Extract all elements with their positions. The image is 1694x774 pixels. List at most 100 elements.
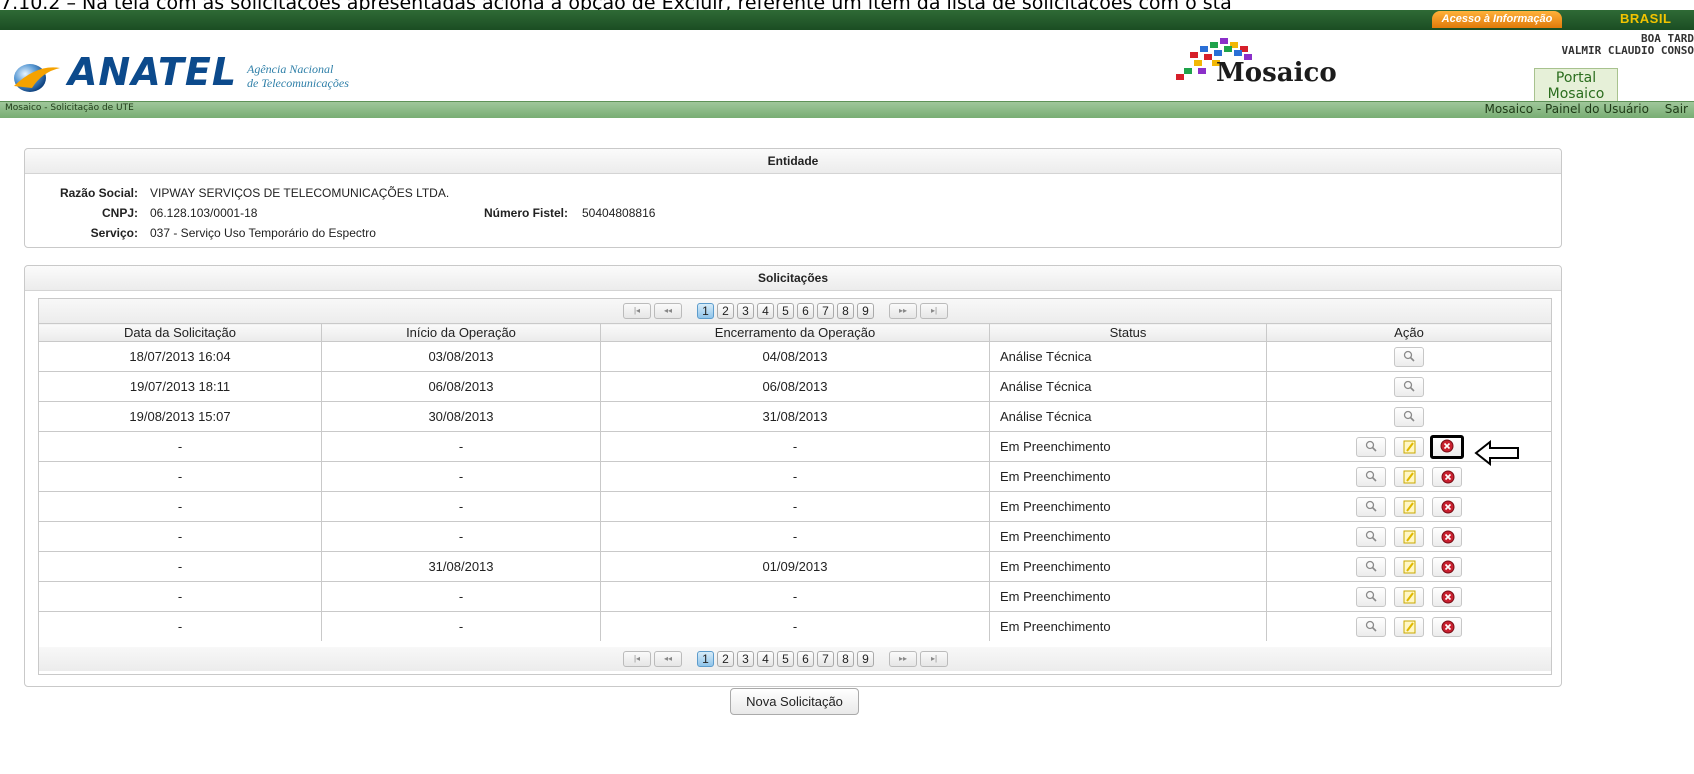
delete-button[interactable] <box>1430 434 1464 459</box>
page-button[interactable]: 7 <box>817 651 834 667</box>
pager-first-button[interactable]: |◂ <box>623 651 651 667</box>
pager-prev-button[interactable]: ◂◂ <box>654 651 682 667</box>
col-header-encerramento-operacao[interactable]: Encerramento da Operação <box>600 323 990 342</box>
col-header-status[interactable]: Status <box>989 323 1267 342</box>
entidade-title: Entidade <box>25 149 1561 174</box>
page-button[interactable]: 2 <box>717 651 734 667</box>
pencil-icon <box>1403 620 1416 633</box>
brasil-logo[interactable]: BRASIL <box>1620 11 1671 26</box>
view-button[interactable] <box>1356 466 1386 487</box>
page-button[interactable]: 9 <box>857 303 874 319</box>
cell-data-solicitacao: - <box>39 551 322 582</box>
cell-acao <box>1266 461 1551 492</box>
cell-status: Em Preenchimento <box>989 431 1267 462</box>
acesso-informacao-link[interactable]: Acesso à Informação <box>1432 11 1562 28</box>
solicitacoes-table: |◂ ◂◂ 1 2 3 4 5 6 7 8 9 ▸▸ ▸| Data da Solicitação In… <box>38 298 1552 675</box>
edit-button[interactable] <box>1394 556 1424 577</box>
pager-bottom: |◂ ◂◂ 1 2 3 4 5 6 7 8 9 ▸▸ ▸| <box>39 647 1551 671</box>
cell-inicio-operacao: 03/08/2013 <box>321 341 601 372</box>
anatel-subtitle: Agência Nacional de Telecomunicações <box>247 62 349 90</box>
view-button[interactable] <box>1394 346 1424 367</box>
cell-acao <box>1266 371 1551 402</box>
page-button[interactable]: 3 <box>737 651 754 667</box>
cell-status: Em Preenchimento <box>989 461 1267 492</box>
delete-button[interactable] <box>1432 586 1462 607</box>
col-header-data-solicitacao[interactable]: Data da Solicitação <box>39 323 322 342</box>
cell-acao <box>1266 551 1551 582</box>
pencil-icon <box>1403 530 1416 543</box>
page-button[interactable]: 8 <box>837 303 854 319</box>
page-button[interactable]: 2 <box>717 303 734 319</box>
view-button[interactable] <box>1356 556 1386 577</box>
cell-data-solicitacao: 19/07/2013 18:11 <box>39 371 322 402</box>
portal-mosaico-tab[interactable]: Portal Mosaico <box>1534 68 1618 102</box>
page-button[interactable]: 3 <box>737 303 754 319</box>
view-button[interactable] <box>1356 616 1386 637</box>
page-button[interactable]: 8 <box>837 651 854 667</box>
fistel-label: Número Fistel: <box>483 206 568 220</box>
cell-encerramento-operacao: - <box>600 611 990 641</box>
painel-usuario-link[interactable]: Mosaico - Painel do Usuário <box>1484 102 1648 116</box>
cell-status: Em Preenchimento <box>989 521 1267 552</box>
table-row: - - - Em Preenchimento <box>39 611 1551 641</box>
page-button[interactable]: 6 <box>797 303 814 319</box>
edit-button[interactable] <box>1394 436 1424 457</box>
page-button[interactable]: 1 <box>697 303 714 319</box>
pager-last-button[interactable]: ▸| <box>920 303 948 319</box>
col-header-inicio-operacao[interactable]: Início da Operação <box>321 323 601 342</box>
cell-data-solicitacao: 19/08/2013 15:07 <box>39 401 322 432</box>
anatel-globe-icon <box>14 64 60 92</box>
pencil-icon <box>1403 470 1416 483</box>
pager-next-button[interactable]: ▸▸ <box>889 651 917 667</box>
page-button[interactable]: 5 <box>777 651 794 667</box>
table-row: - - - Em Preenchimento <box>39 521 1551 552</box>
servico-label: Serviço: <box>90 226 138 240</box>
sair-link[interactable]: Sair <box>1665 102 1688 116</box>
delete-x-icon <box>1441 560 1455 573</box>
view-button[interactable] <box>1356 586 1386 607</box>
view-button[interactable] <box>1356 496 1386 517</box>
cell-encerramento-operacao: - <box>600 581 990 612</box>
pencil-icon <box>1403 590 1416 603</box>
edit-button[interactable] <box>1394 466 1424 487</box>
pointer-arrow-icon <box>1474 440 1519 466</box>
edit-button[interactable] <box>1394 616 1424 637</box>
view-button[interactable] <box>1394 376 1424 397</box>
delete-button[interactable] <box>1432 496 1462 517</box>
page-button[interactable]: 9 <box>857 651 874 667</box>
view-button[interactable] <box>1356 436 1386 457</box>
view-button[interactable] <box>1394 406 1424 427</box>
pager-last-button[interactable]: ▸| <box>920 651 948 667</box>
delete-button[interactable] <box>1432 466 1462 487</box>
page-button[interactable]: 1 <box>697 651 714 667</box>
col-header-acao: Ação <box>1266 323 1551 342</box>
pager-next-button[interactable]: ▸▸ <box>889 303 917 319</box>
cell-status: Em Preenchimento <box>989 491 1267 522</box>
cell-status: Análise Técnica <box>989 371 1267 402</box>
view-button[interactable] <box>1356 526 1386 547</box>
edit-button[interactable] <box>1394 586 1424 607</box>
magnifier-icon <box>1365 500 1377 512</box>
edit-button[interactable] <box>1394 526 1424 547</box>
delete-button[interactable] <box>1432 526 1462 547</box>
magnifier-icon <box>1365 620 1377 632</box>
page-button[interactable]: 5 <box>777 303 794 319</box>
page-button[interactable]: 4 <box>757 303 774 319</box>
delete-button[interactable] <box>1432 556 1462 577</box>
magnifier-icon <box>1365 470 1377 482</box>
edit-button[interactable] <box>1394 496 1424 517</box>
cell-status: Em Preenchimento <box>989 581 1267 612</box>
pencil-icon <box>1403 560 1416 573</box>
nova-solicitacao-button[interactable]: Nova Solicitação <box>730 688 859 715</box>
user-greeting: BOA TARD VALMIR CLAUDIO CONSO <box>1561 32 1694 57</box>
page-button[interactable]: 4 <box>757 651 774 667</box>
pager-first-button[interactable]: |◂ <box>623 303 651 319</box>
cell-inicio-operacao: 31/08/2013 <box>321 551 601 582</box>
page-button[interactable]: 6 <box>797 651 814 667</box>
page-button[interactable]: 7 <box>817 303 834 319</box>
delete-button[interactable] <box>1432 616 1462 637</box>
delete-x-icon <box>1440 439 1454 452</box>
cell-acao <box>1266 581 1551 612</box>
pager-prev-button[interactable]: ◂◂ <box>654 303 682 319</box>
cell-data-solicitacao: - <box>39 521 322 552</box>
